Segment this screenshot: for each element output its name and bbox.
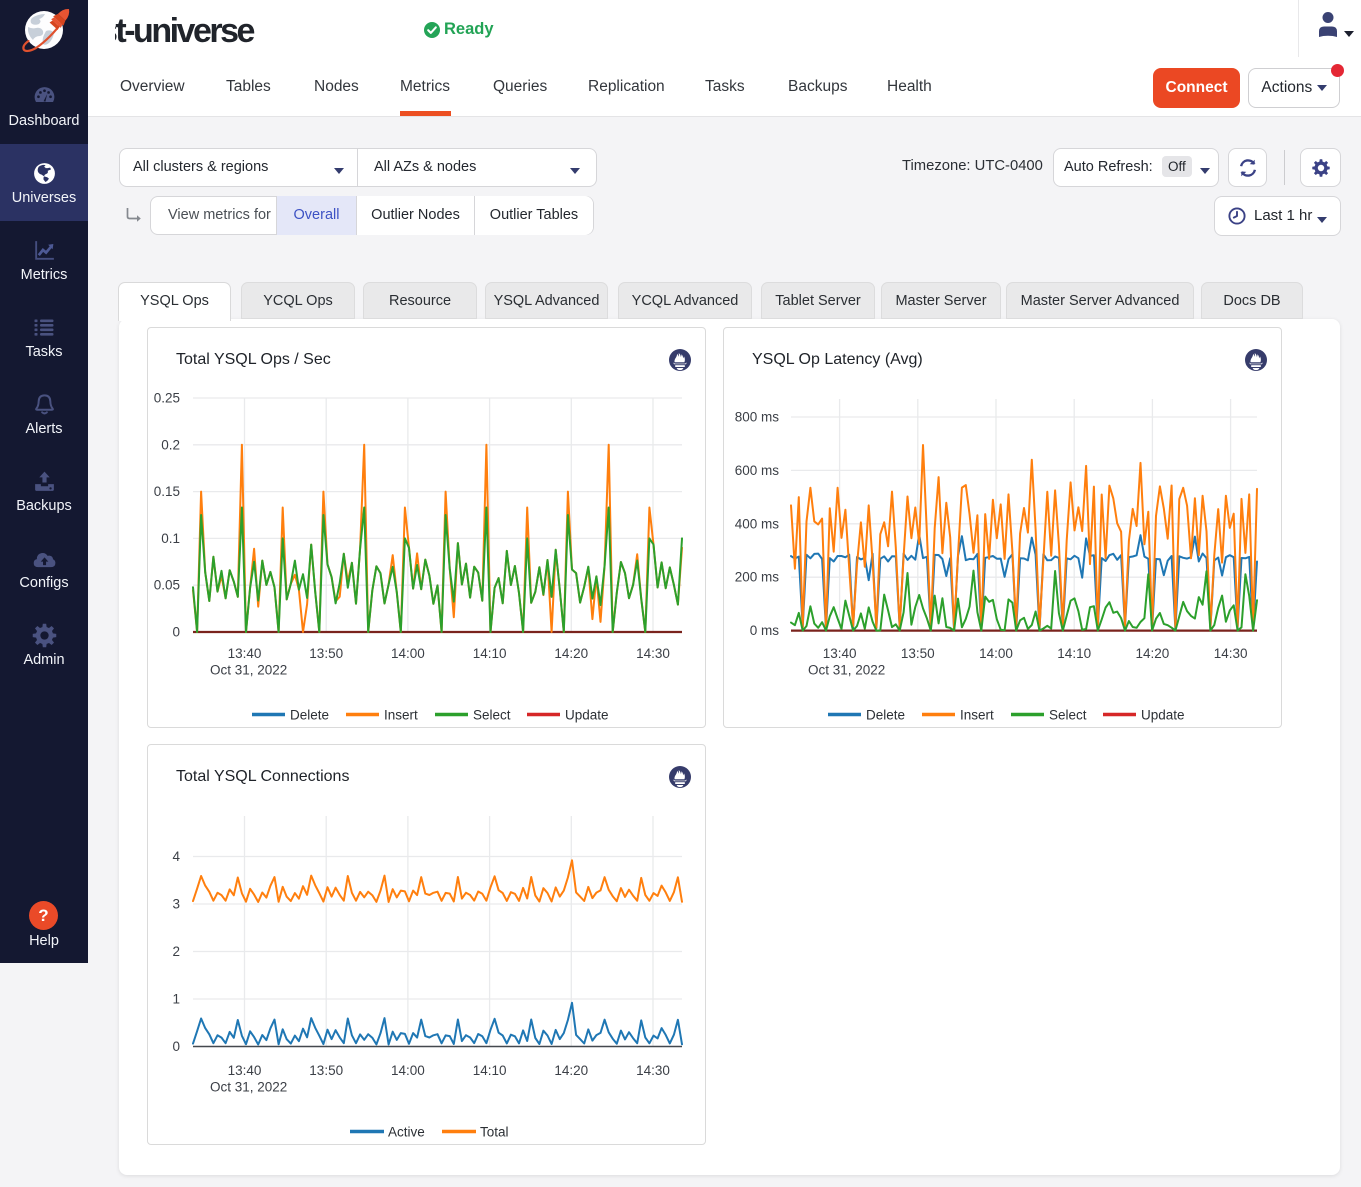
svg-text:14:00: 14:00 [391,646,425,661]
svg-text:Oct 31, 2022: Oct 31, 2022 [210,1080,287,1095]
svg-text:Oct 31, 2022: Oct 31, 2022 [210,663,287,678]
svg-text:0: 0 [172,1039,180,1054]
svg-text:0.2: 0.2 [161,437,180,452]
svg-text:200 ms: 200 ms [735,570,780,585]
svg-text:13:40: 13:40 [228,1063,262,1078]
svg-text:Oct 31, 2022: Oct 31, 2022 [808,663,885,678]
svg-text:Total: Total [480,1125,509,1140]
svg-text:0.25: 0.25 [154,391,180,406]
svg-text:14:10: 14:10 [1057,646,1091,661]
svg-text:13:50: 13:50 [309,1063,343,1078]
svg-text:Insert: Insert [960,708,994,723]
svg-text:14:30: 14:30 [636,1063,670,1078]
svg-text:14:20: 14:20 [554,1063,588,1078]
svg-text:Active: Active [388,1125,425,1140]
svg-text:14:10: 14:10 [473,1063,507,1078]
svg-text:3: 3 [172,897,180,912]
svg-text:Update: Update [565,708,609,723]
svg-text:14:00: 14:00 [979,646,1013,661]
svg-text:Update: Update [1141,708,1185,723]
svg-text:0.1: 0.1 [161,531,180,546]
svg-text:600 ms: 600 ms [735,463,780,478]
svg-text:Insert: Insert [384,708,418,723]
svg-text:0: 0 [172,625,180,640]
svg-text:800 ms: 800 ms [735,410,780,425]
svg-text:0.05: 0.05 [154,578,180,593]
svg-text:13:50: 13:50 [309,646,343,661]
svg-text:14:30: 14:30 [636,646,670,661]
svg-text:14:20: 14:20 [1136,646,1170,661]
svg-text:13:40: 13:40 [823,646,857,661]
svg-text:Select: Select [473,708,511,723]
svg-text:2: 2 [172,944,180,959]
svg-text:0 ms: 0 ms [750,623,780,638]
svg-text:4: 4 [172,849,180,864]
svg-text:Select: Select [1049,708,1087,723]
svg-text:14:30: 14:30 [1214,646,1248,661]
svg-text:400 ms: 400 ms [735,516,780,531]
svg-text:0.15: 0.15 [154,484,180,499]
svg-text:13:40: 13:40 [228,646,262,661]
svg-text:14:20: 14:20 [554,646,588,661]
svg-text:Delete: Delete [290,708,329,723]
svg-text:Delete: Delete [866,708,905,723]
svg-text:14:00: 14:00 [391,1063,425,1078]
svg-text:14:10: 14:10 [473,646,507,661]
svg-text:1: 1 [172,992,180,1007]
svg-text:13:50: 13:50 [901,646,935,661]
